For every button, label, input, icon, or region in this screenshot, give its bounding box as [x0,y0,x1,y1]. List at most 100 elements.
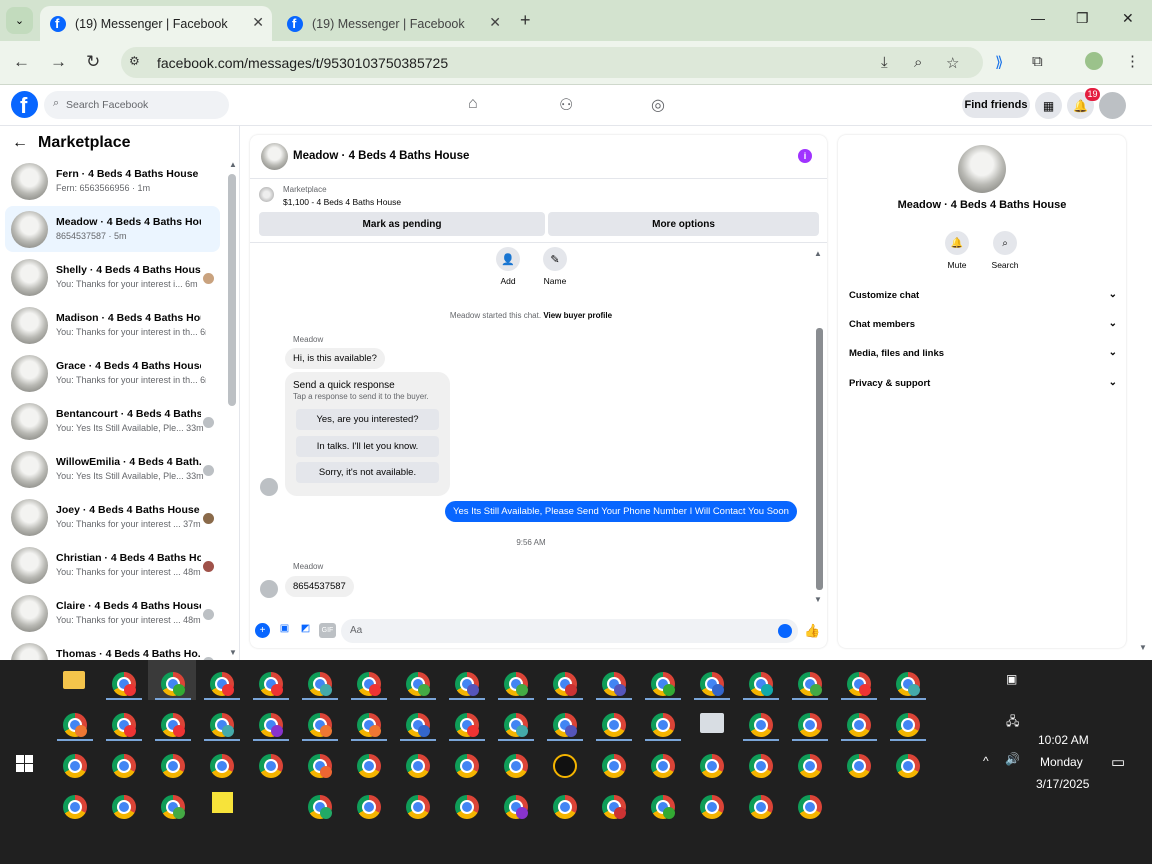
conversation-item[interactable]: Fern · 4 Beds 4 Baths House Fern: 6563566… [5,158,220,204]
close-window-icon[interactable]: ✕ [1122,10,1134,27]
chrome-profile-icon[interactable] [847,754,871,778]
back-arrow-icon[interactable]: ← [12,134,28,151]
clock-time[interactable]: 10:02 AM [1038,733,1089,747]
friends-icon[interactable]: ⚇ [559,95,573,115]
more-options-button[interactable]: More options [548,212,819,236]
chrome-profile-icon[interactable] [210,672,234,696]
chat-members-section[interactable]: Chat members ⌄ [849,318,1117,330]
chrome-profile-icon[interactable] [161,795,185,819]
clock-day[interactable]: Monday [1040,755,1083,769]
chrome-profile-icon[interactable] [308,672,332,696]
minimize-icon[interactable]: — [1031,10,1045,26]
media-files-section[interactable]: Media, files and links ⌄ [849,347,1117,359]
chrome-profile-icon[interactable] [553,795,577,819]
listing-thumbnail[interactable] [259,187,274,202]
chrome-profile-icon[interactable] [406,672,430,696]
new-tab-icon[interactable]: + [520,10,531,31]
extension-wifi-icon[interactable]: ⟫ [995,53,1003,71]
chrome-profile-icon[interactable] [259,672,283,696]
chrome-profile-icon[interactable] [63,713,87,737]
chrome-profile-icon[interactable] [896,713,920,737]
conversation-item[interactable]: Grace · 4 Beds 4 Baths House You: Thanks … [5,350,220,396]
remote-desktop-icon[interactable] [700,713,724,733]
quick-response-option[interactable]: Yes, are you interested? [296,409,439,430]
plus-icon[interactable]: + [255,623,270,638]
privacy-support-section[interactable]: Privacy & support ⌄ [849,377,1117,389]
image-icon[interactable]: ▣ [277,623,292,638]
conversation-item[interactable]: Joey · 4 Beds 4 Baths House You: Thanks f… [5,494,220,540]
buyer-avatar[interactable] [260,478,278,496]
account-avatar-icon[interactable] [1099,92,1126,119]
chrome-profile-icon[interactable] [112,672,136,696]
chrome-profile-icon[interactable] [308,795,332,819]
home-icon[interactable]: ⌂ [468,95,478,113]
chrome-profile-icon[interactable] [210,713,234,737]
chrome-profile-icon[interactable] [749,713,773,737]
maximize-icon[interactable]: ❐ [1076,10,1089,27]
chrome-profile-icon[interactable] [798,672,822,696]
chrome-profile-icon[interactable] [602,754,626,778]
chrome-profile-icon[interactable] [749,754,773,778]
reload-icon[interactable]: ↻ [86,52,100,72]
address-bar[interactable]: ⚙ facebook.com/messages/t/95301037503857… [121,47,983,78]
chat-avatar[interactable] [261,143,288,170]
sticky-notes-icon[interactable] [212,792,233,813]
chrome-profile-icon[interactable] [798,713,822,737]
close-tab-icon[interactable]: ✕ [252,14,264,31]
chrome-profile-icon[interactable] [455,713,479,737]
chrome-profile-icon[interactable] [847,713,871,737]
chrome-profile-icon[interactable] [357,795,381,819]
quick-response-option[interactable]: Sorry, it's not available. [296,462,439,483]
show-hidden-icons-chevron-icon[interactable]: ^ [983,754,989,768]
browser-tab-inactive[interactable]: (19) Messenger | Facebook ✕ [277,6,509,41]
chrome-profile-icon[interactable] [63,795,87,819]
chrome-profile-icon[interactable] [406,795,430,819]
tab-search-button[interactable]: ⌄ [6,7,33,34]
chrome-profile-icon[interactable] [455,795,479,819]
chrome-profile-icon[interactable] [112,713,136,737]
scroll-up-icon[interactable]: ▲ [229,160,237,169]
quick-response-option[interactable]: In talks. I'll let you know. [296,436,439,457]
buyer-avatar[interactable] [260,580,278,598]
facebook-search-input[interactable]: ⌕ Search Facebook [44,91,229,119]
conversation-item[interactable]: Madison · 4 Beds 4 Baths House You: Thank… [5,302,220,348]
batman-app-icon[interactable] [553,754,577,778]
chrome-profile-icon[interactable] [651,672,675,696]
chrome-profile-icon[interactable] [504,672,528,696]
chrome-profile-icon[interactable] [651,795,675,819]
chrome-profile-icon[interactable] [455,672,479,696]
customize-chat-section[interactable]: Customize chat ⌄ [849,289,1117,301]
chrome-profile-icon[interactable] [406,713,430,737]
facebook-logo-icon[interactable] [11,91,38,119]
close-tab-icon[interactable]: ✕ [489,14,501,31]
emoji-icon[interactable] [778,624,792,638]
details-avatar[interactable] [958,145,1006,193]
back-icon[interactable]: ← [13,52,30,72]
volume-icon[interactable]: 🔊 [1005,752,1020,766]
chrome-profile-icon[interactable] [112,795,136,819]
find-friends-button[interactable]: Find friends [962,92,1030,118]
chrome-profile-icon[interactable] [700,795,724,819]
site-info-icon[interactable]: ⚙ [129,54,147,72]
windows-start-icon[interactable] [16,755,33,772]
chrome-profile-icon[interactable] [455,754,479,778]
conversation-item[interactable]: Thomas · 4 Beds 4 Baths Ho... [5,638,220,660]
bookmark-star-icon[interactable]: ☆ [946,54,959,72]
listing-price[interactable]: $1,100 - 4 Beds 4 Baths House [283,197,401,207]
chrome-profile-icon[interactable] [161,672,185,696]
forward-icon[interactable]: → [50,52,67,72]
chrome-profile-icon[interactable] [798,795,822,819]
chrome-profile-icon[interactable] [406,754,430,778]
conversation-item[interactable]: WillowEmilia · 4 Beds 4 Bath... You: Yes … [5,446,220,492]
gif-icon[interactable]: GIF [319,623,336,638]
chat-scrollbar[interactable] [816,328,823,590]
scroll-down-icon[interactable]: ▼ [229,648,237,657]
chrome-profile-icon[interactable] [896,754,920,778]
chrome-profile-icon[interactable] [602,795,626,819]
chrome-profile-icon[interactable] [63,754,87,778]
chrome-profile-icon[interactable] [308,713,332,737]
conversation-item[interactable]: Bentancourt · 4 Beds 4 Baths... You: Yes … [5,398,220,444]
chrome-profile-icon[interactable] [896,672,920,696]
conversation-item[interactable]: Christian · 4 Beds 4 Baths Ho... You: Tha… [5,542,220,588]
chrome-profile-icon[interactable] [602,672,626,696]
